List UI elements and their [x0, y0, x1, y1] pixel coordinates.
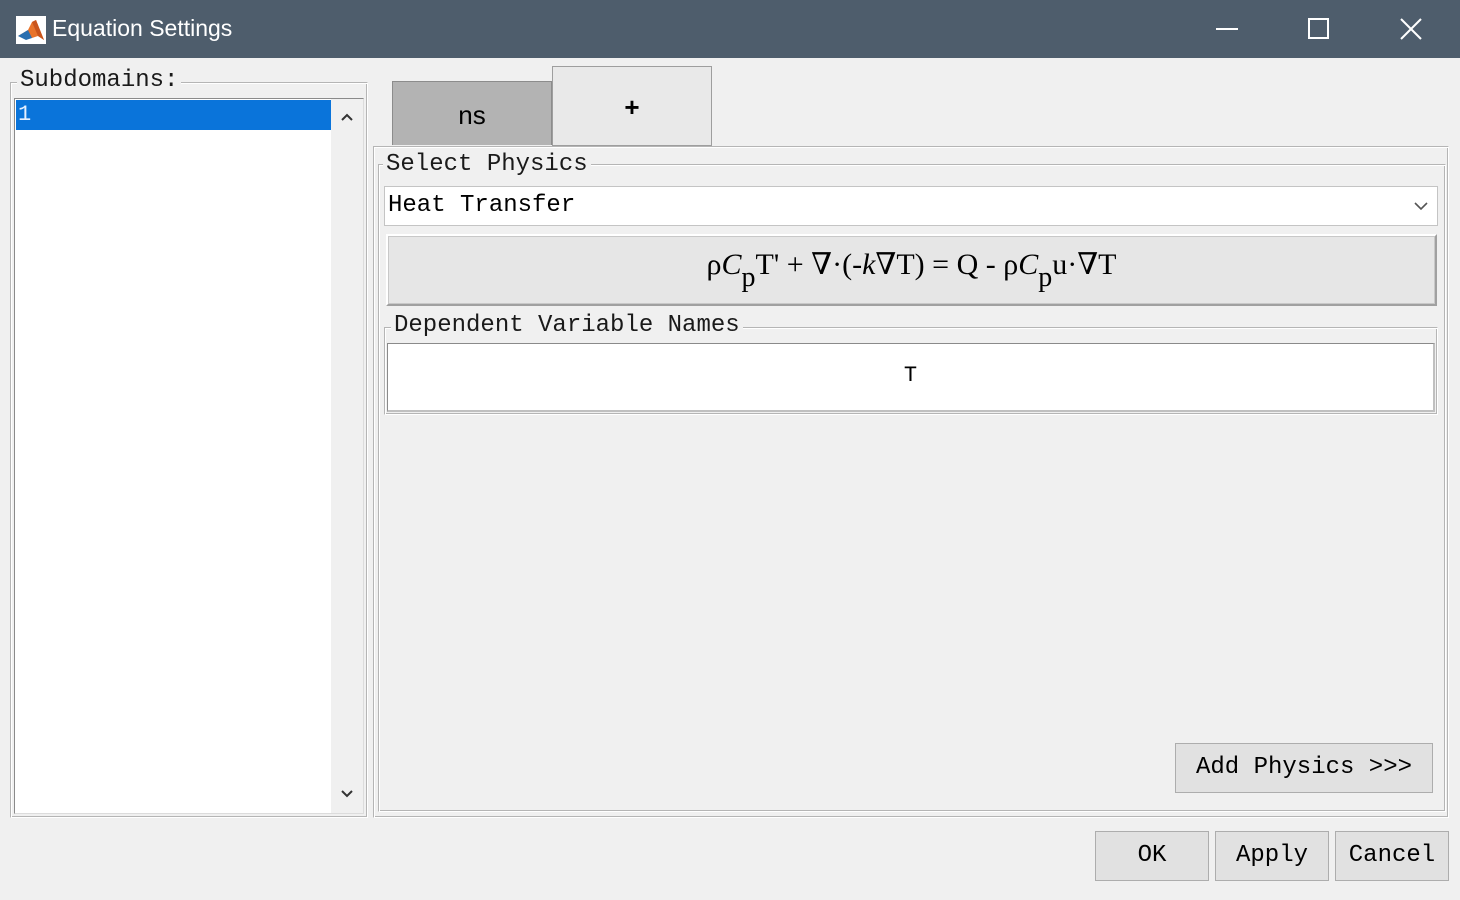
ok-button[interactable]: OK: [1095, 831, 1209, 881]
physics-dropdown[interactable]: Heat Transfer: [384, 186, 1438, 226]
apply-button[interactable]: Apply: [1215, 831, 1329, 881]
maximize-icon: [1308, 18, 1329, 39]
minimize-button[interactable]: [1181, 0, 1273, 58]
title-bar: Equation Settings: [0, 0, 1460, 58]
select-physics-label: Select Physics: [383, 152, 591, 178]
dependent-variables-label: Dependent Variable Names: [391, 313, 743, 339]
equation-text: ρCpT' + ∇·(-k∇T) = Q - ρCpu·∇T: [706, 248, 1117, 293]
physics-dropdown-value: Heat Transfer: [388, 192, 576, 219]
window-title: Equation Settings: [52, 15, 233, 41]
equation-display: ρCpT' + ∇·(-k∇T) = Q - ρCpu·∇T: [386, 234, 1437, 306]
close-icon: [1400, 18, 1422, 40]
minimize-icon: [1216, 28, 1238, 30]
chevron-down-icon[interactable]: [340, 789, 354, 799]
subdomains-label: Subdomains:: [17, 68, 182, 94]
cancel-button[interactable]: Cancel: [1335, 831, 1449, 881]
maximize-button[interactable]: [1273, 0, 1365, 58]
list-item-subdomain-1[interactable]: 1: [16, 100, 331, 130]
list-scrollbar[interactable]: [331, 99, 363, 813]
dependent-variable-input[interactable]: T: [387, 343, 1435, 412]
chevron-down-icon[interactable]: [1413, 200, 1429, 212]
chevron-up-icon[interactable]: [340, 112, 354, 122]
subdomain-listbox[interactable]: 1: [14, 98, 364, 814]
tab-add-physics[interactable]: +: [552, 66, 712, 146]
close-button[interactable]: [1365, 0, 1457, 58]
tab-ns[interactable]: ns: [392, 81, 552, 145]
add-physics-button[interactable]: Add Physics >>>: [1175, 743, 1433, 793]
matlab-logo-icon: [16, 16, 46, 44]
